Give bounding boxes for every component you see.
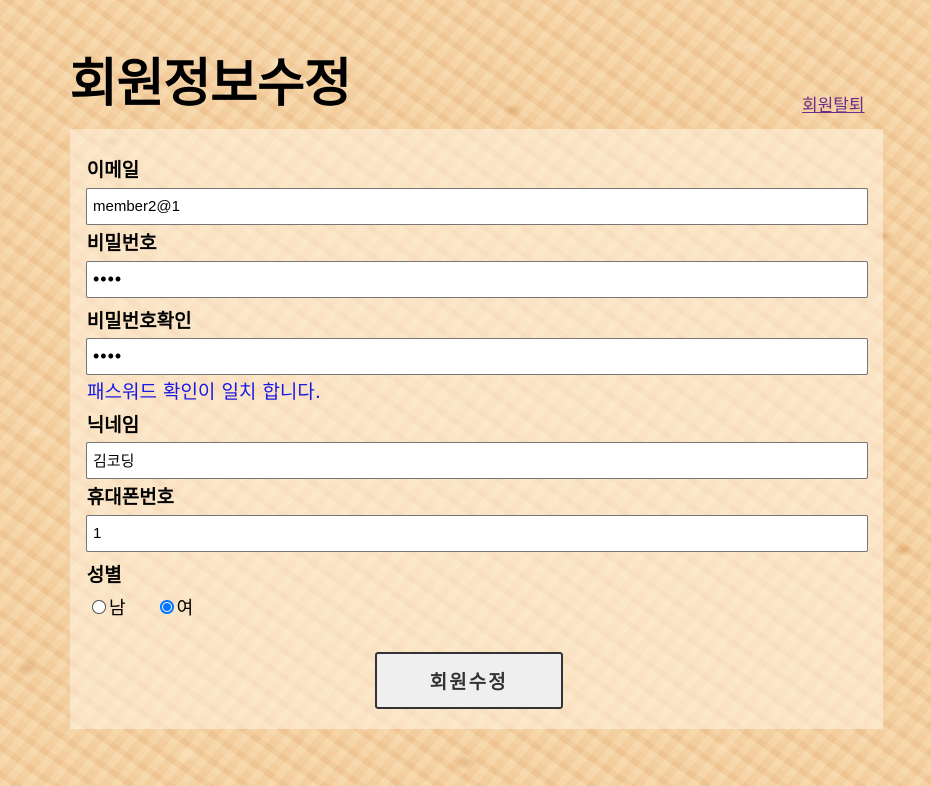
gender-male-label: 남 (109, 598, 126, 619)
password-confirm-field[interactable] (86, 338, 868, 375)
phone-label: 휴대폰번호 (87, 486, 175, 508)
gender-label: 성별 (87, 564, 122, 586)
gender-option-female[interactable]: 여 (159, 594, 194, 620)
email-field[interactable] (86, 188, 868, 225)
nickname-label: 닉네임 (87, 414, 140, 436)
gender-radio-group: 남 여 (92, 594, 227, 620)
password-confirm-label: 비밀번호확인 (87, 310, 192, 332)
radio-male[interactable] (92, 600, 106, 614)
password-field[interactable] (86, 261, 868, 298)
email-label: 이메일 (87, 159, 140, 181)
phone-field[interactable] (86, 515, 868, 552)
edit-profile-form: 이메일 비밀번호 비밀번호확인 패스워드 확인이 일치 합니다. 닉네임 휴대폰… (70, 129, 883, 729)
page-title: 회원정보수정 (70, 54, 352, 114)
withdraw-link[interactable]: 회원탈퇴 (802, 91, 865, 116)
gender-female-label: 여 (176, 598, 194, 619)
radio-female[interactable] (159, 600, 174, 614)
nickname-field[interactable] (86, 442, 868, 479)
gender-option-male[interactable]: 남 (92, 594, 126, 620)
password-match-message: 패스워드 확인이 일치 합니다. (87, 381, 321, 403)
password-label: 비밀번호 (87, 232, 157, 254)
update-member-button[interactable]: 회원수정 (375, 652, 563, 709)
